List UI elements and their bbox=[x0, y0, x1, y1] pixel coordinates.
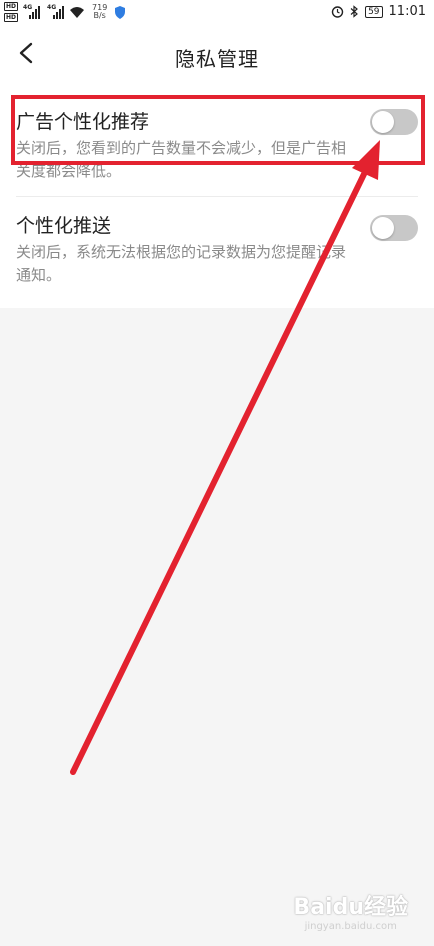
battery-icon: 59 bbox=[365, 5, 383, 18]
alarm-icon bbox=[331, 6, 344, 18]
hd-badge-2: HD bbox=[4, 13, 19, 22]
status-bar: HD HD 4G 4G 719 B/s 59 11:01 bbox=[0, 0, 434, 26]
hd-badge-1: HD bbox=[4, 2, 19, 11]
personalized-push-toggle[interactable] bbox=[370, 215, 418, 241]
hd-indicators: HD HD bbox=[4, 2, 19, 22]
status-right: 59 11:01 bbox=[331, 4, 426, 19]
wifi-icon bbox=[70, 6, 85, 18]
setting-title: 个性化推送 bbox=[16, 215, 112, 237]
nav-bar: 隐私管理 bbox=[0, 26, 434, 82]
setting-item-personalized-push: 个性化推送 关闭后，系统无法根据您的记录数据为您提醒记录通知。 bbox=[16, 214, 418, 287]
network-speed: 719 B/s bbox=[92, 4, 107, 20]
divider bbox=[16, 196, 418, 197]
ad-personalization-toggle[interactable] bbox=[370, 109, 418, 135]
setting-title: 广告个性化推荐 bbox=[16, 111, 150, 133]
signal-icon-2: 4G bbox=[47, 4, 65, 19]
settings-panel: 广告个性化推荐 关闭后，您看到的广告数量不会减少，但是广告相关度都会降低。 个性… bbox=[0, 82, 434, 308]
bluetooth-icon bbox=[350, 5, 358, 18]
shield-icon bbox=[115, 5, 126, 19]
toggle-knob bbox=[372, 217, 394, 239]
status-left: HD HD 4G 4G 719 B/s bbox=[4, 2, 126, 22]
network-type-1: 4G bbox=[23, 4, 33, 11]
setting-item-ad-personalization: 广告个性化推荐 关闭后，您看到的广告数量不会减少，但是广告相关度都会降低。 bbox=[16, 110, 418, 183]
network-speed-unit: B/s bbox=[93, 11, 106, 20]
page-title: 隐私管理 bbox=[175, 47, 259, 71]
network-type-2: 4G bbox=[47, 4, 57, 11]
toggle-knob bbox=[372, 111, 394, 133]
watermark-url: jingyan.baidu.com bbox=[304, 921, 397, 932]
signal-icon-1: 4G bbox=[23, 4, 41, 19]
clock: 11:01 bbox=[388, 4, 426, 19]
setting-description: 关闭后，系统无法根据您的记录数据为您提醒记录通知。 bbox=[16, 243, 347, 284]
setting-description: 关闭后，您看到的广告数量不会减少，但是广告相关度都会降低。 bbox=[16, 139, 347, 180]
watermark-logo: Baidu经验 bbox=[293, 895, 408, 920]
baidu-watermark: Baidu经验 jingyan.baidu.com bbox=[293, 889, 408, 932]
